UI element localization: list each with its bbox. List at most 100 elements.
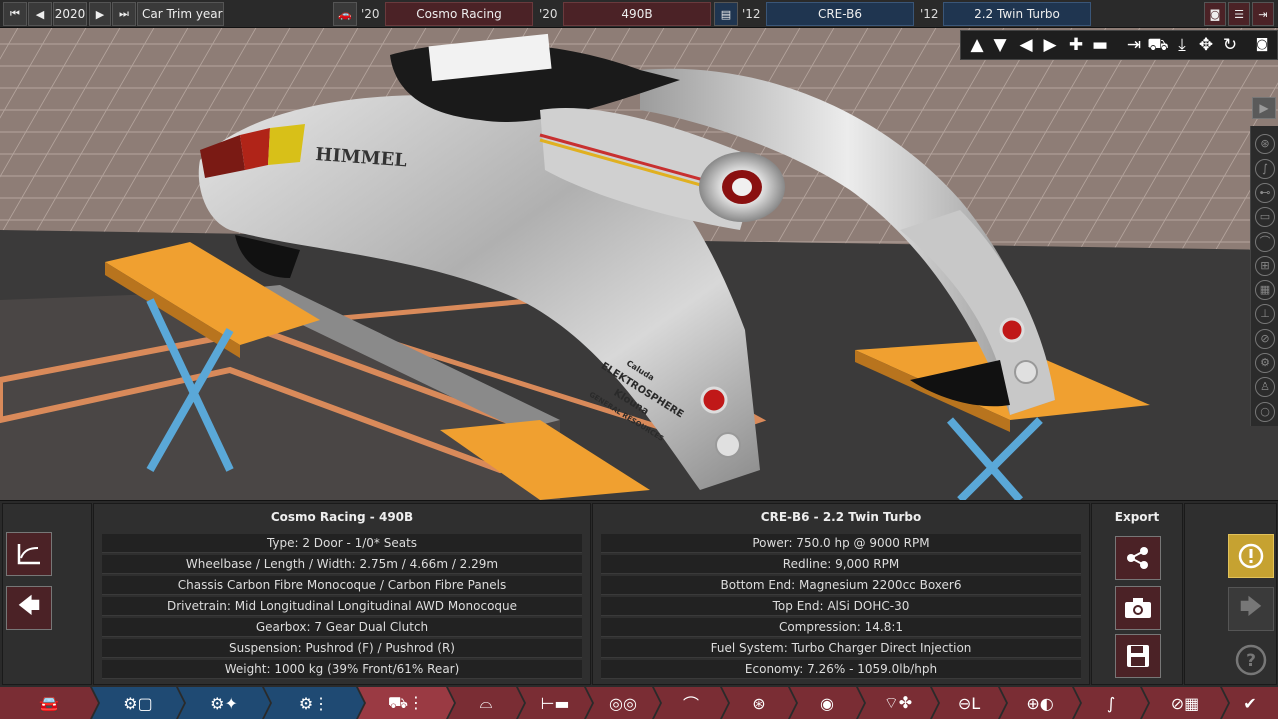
tab-suspension-icon[interactable]: ⌒ bbox=[654, 687, 728, 719]
model-year-prefix-2: '20 bbox=[539, 7, 558, 21]
camera-front-icon[interactable]: ⇥ bbox=[1123, 34, 1145, 56]
car-chassis-row: Chassis Carbon Fibre Monocoque / Carbon … bbox=[102, 576, 582, 595]
tab-drivetrain-icon[interactable]: ◎◎ bbox=[586, 687, 660, 719]
tab-body-icon[interactable]: ⌓ bbox=[448, 687, 524, 719]
help-icon[interactable]: ? bbox=[1228, 638, 1274, 682]
trim-year-label: Car Trim year bbox=[137, 2, 224, 26]
engine-bottom-end-row: Bottom End: Magnesium 2200cc Boxer6 bbox=[601, 576, 1081, 595]
zoom-out-icon[interactable]: ▬ bbox=[1089, 34, 1111, 56]
next-arrow-icon[interactable]: 🡆 bbox=[1228, 587, 1274, 631]
year-next-icon[interactable]: ▶ bbox=[89, 2, 111, 26]
save-icon[interactable] bbox=[1115, 634, 1161, 678]
camera-up-icon[interactable]: ▲ bbox=[966, 34, 988, 56]
body-toggle-icon[interactable]: ⌒ bbox=[1255, 232, 1275, 252]
export-photo-icon[interactable] bbox=[1115, 586, 1161, 630]
exit-icon[interactable]: ⇥ bbox=[1252, 2, 1274, 26]
frame-toggle-icon[interactable]: ▭ bbox=[1255, 207, 1275, 227]
car-model-icon[interactable]: 🚗 bbox=[333, 2, 357, 26]
export-panel: Export bbox=[1091, 503, 1183, 685]
svg-text:?: ? bbox=[1246, 651, 1256, 671]
car-summary-title: Cosmo Racing - 490B bbox=[270, 510, 414, 524]
camera-down-icon[interactable]: ▼ bbox=[989, 34, 1011, 56]
tab-car-icon[interactable]: 🚘 bbox=[0, 687, 98, 719]
engine-redline-row: Redline: 9,000 RPM bbox=[601, 555, 1081, 574]
left-action-column: 🡄 bbox=[2, 503, 92, 685]
wheel-toggle-icon[interactable]: ⊛ bbox=[1255, 134, 1275, 154]
tab-finish-check-icon[interactable]: ✔ bbox=[1222, 687, 1278, 719]
spring-toggle-icon[interactable]: ∫ bbox=[1255, 159, 1275, 179]
car-weight-row: Weight: 1000 kg (39% Front/61% Rear) bbox=[102, 660, 582, 679]
engine-top-end-row: Top End: AlSi DOHC-30 bbox=[601, 597, 1081, 616]
chart-icon[interactable] bbox=[6, 532, 52, 576]
gear-toggle-icon[interactable]: ⚙ bbox=[1255, 353, 1275, 373]
screenshot-icon[interactable]: ◙ bbox=[1204, 2, 1226, 26]
engine-icon[interactable]: ▤ bbox=[714, 2, 738, 26]
tab-steering-icon[interactable]: ⊕◐ bbox=[1000, 687, 1080, 719]
trim-year-value: 2020 bbox=[53, 2, 87, 26]
tab-engine-pistons-icon[interactable]: ⚙✦ bbox=[178, 687, 270, 719]
export-title: Export bbox=[1114, 510, 1160, 524]
camera-toolbar: ▲ ▼ ◀ ▶ ✚ ▬ ⇥ ⛟ ⤓ ✥ ↻ ◙ bbox=[960, 30, 1278, 60]
back-arrow-icon[interactable]: 🡄 bbox=[6, 586, 52, 630]
engine-family-field[interactable]: CRE-B6 bbox=[766, 2, 914, 26]
warning-icon[interactable] bbox=[1228, 534, 1274, 578]
circle-toggle-icon[interactable]: ○ bbox=[1255, 402, 1275, 422]
view-toggle-column: ⊛ ∫ ⊷ ▭ ⌒ ⊞ ▦ ⊥ ⊘ ⚙ ♙ ○ bbox=[1250, 126, 1278, 426]
car-suspension-row: Suspension: Pushrod (F) / Pushrod (R) bbox=[102, 639, 582, 658]
car-drivetrain-row: Drivetrain: Mid Longitudinal Longitudina… bbox=[102, 597, 582, 616]
camera-rotate-icon[interactable]: ✥ bbox=[1195, 34, 1217, 56]
tab-engine-family-icon[interactable]: ⚙▢ bbox=[92, 687, 184, 719]
tab-engine-tuning-icon[interactable]: ⚙⋮ bbox=[264, 687, 364, 719]
tab-brakes-icon[interactable]: ◉ bbox=[790, 687, 864, 719]
info-panel: 🡄 Cosmo Racing - 490B Type: 2 Door - 1/0… bbox=[0, 500, 1278, 686]
camera-top-icon[interactable]: ⤓ bbox=[1171, 34, 1193, 56]
tab-trim-icon[interactable]: ⛟⋮ bbox=[358, 687, 454, 719]
car-type-row: Type: 2 Door - 1/0* Seats bbox=[102, 534, 582, 553]
nofixture-toggle-icon[interactable]: ⊘ bbox=[1255, 329, 1275, 349]
right-action-column: 🡆 ? bbox=[1184, 503, 1277, 685]
car-gearbox-row: Gearbox: 7 Gear Dual Clutch bbox=[102, 618, 582, 637]
tab-wheels-icon[interactable]: ⊛ bbox=[722, 687, 796, 719]
side-panel-play-icon[interactable]: ▶ bbox=[1252, 97, 1276, 119]
car-summary-panel: Cosmo Racing - 490B Type: 2 Door - 1/0* … bbox=[93, 503, 591, 685]
tab-interior-icon[interactable]: ⊖L bbox=[932, 687, 1006, 719]
axle-toggle-icon[interactable]: ⊷ bbox=[1255, 183, 1275, 203]
garage-scene: HIMMEL Caluda ELEKTROSPHERE Klouna GENER… bbox=[0, 0, 1278, 500]
year-last-icon[interactable]: ⏭ bbox=[112, 2, 136, 26]
model-name-field[interactable]: 490B bbox=[563, 2, 711, 26]
engine-compression-row: Compression: 14.8:1 bbox=[601, 618, 1081, 637]
engine-summary-title: CRE-B6 - 2.2 Twin Turbo bbox=[760, 510, 922, 524]
car-dimensions-row: Wheelbase / Length / Width: 2.75m / 4.66… bbox=[102, 555, 582, 574]
menu-icon[interactable]: ☰ bbox=[1228, 2, 1250, 26]
make-name-field[interactable]: Cosmo Racing bbox=[385, 2, 533, 26]
tab-test-track-icon[interactable]: ⊘▦ bbox=[1142, 687, 1228, 719]
model-year-prefix: '20 bbox=[361, 7, 380, 21]
zoom-in-icon[interactable]: ✚ bbox=[1065, 34, 1087, 56]
engine-toggle-icon[interactable]: ⊞ bbox=[1255, 256, 1275, 276]
car-3d-viewport[interactable]: HIMMEL Caluda ELEKTROSPHERE Klouna GENER… bbox=[0, 0, 1278, 500]
engine-economy-row: Economy: 7.26% - 1059.0lb/hph bbox=[601, 660, 1081, 679]
camera-photo-icon[interactable]: ◙ bbox=[1251, 34, 1273, 56]
engine-variant-field[interactable]: 2.2 Twin Turbo bbox=[943, 2, 1091, 26]
game-screen: HIMMEL Caluda ELEKTROSPHERE Klouna GENER… bbox=[0, 0, 1278, 719]
tab-aero-icon[interactable]: ⌔✤ bbox=[858, 687, 938, 719]
top-bar: ⏮ ◀ 2020 ▶ ⏭ Car Trim year 🚗 '20 Cosmo R… bbox=[0, 0, 1278, 28]
bottom-nav: 🚘 ⚙▢ ⚙✦ ⚙⋮ ⛟⋮ ⌓ ⊢▬ ◎◎ ⌒ ⊛ ◉ ⌔✤ ⊖L ⊕◐ ∫ ⊘… bbox=[0, 687, 1278, 719]
year-first-icon[interactable]: ⏮ bbox=[3, 2, 27, 26]
grille-toggle-icon[interactable]: ▦ bbox=[1255, 280, 1275, 300]
engine-year-prefix-2: '12 bbox=[920, 7, 939, 21]
engine-power-row: Power: 750.0 hp @ 9000 RPM bbox=[601, 534, 1081, 553]
lift-toggle-icon[interactable]: ⊥ bbox=[1255, 304, 1275, 324]
year-prev-icon[interactable]: ◀ bbox=[28, 2, 52, 26]
share-icon[interactable] bbox=[1115, 536, 1161, 580]
camera-reset-icon[interactable]: ↻ bbox=[1219, 34, 1241, 56]
tab-chassis-icon[interactable]: ⊢▬ bbox=[518, 687, 592, 719]
driver-toggle-icon[interactable]: ♙ bbox=[1255, 377, 1275, 397]
engine-summary-panel: CRE-B6 - 2.2 Twin Turbo Power: 750.0 hp … bbox=[592, 503, 1090, 685]
camera-left-icon[interactable]: ◀ bbox=[1015, 34, 1037, 56]
camera-car-icon[interactable]: ⛟ bbox=[1147, 34, 1169, 56]
tab-fuel-icon[interactable]: ∫ bbox=[1074, 687, 1148, 719]
engine-fuel-row: Fuel System: Turbo Charger Direct Inject… bbox=[601, 639, 1081, 658]
engine-year-prefix: '12 bbox=[742, 7, 761, 21]
camera-right-icon[interactable]: ▶ bbox=[1039, 34, 1061, 56]
